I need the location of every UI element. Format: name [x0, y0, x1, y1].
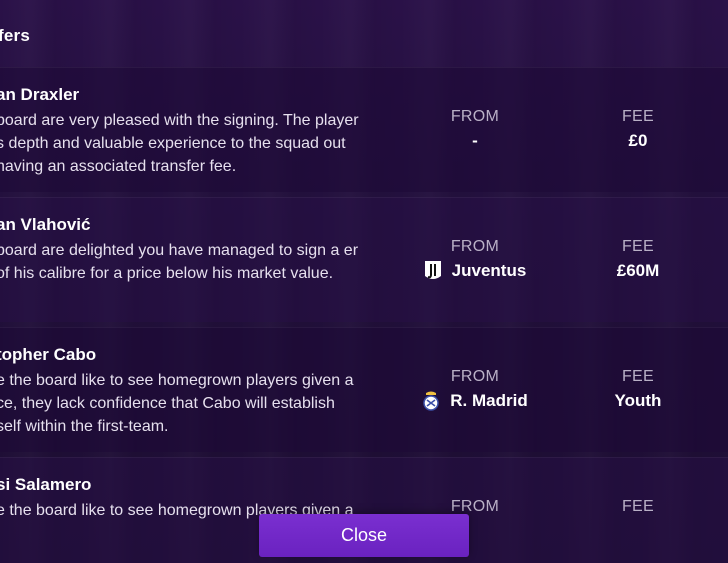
fee-label: FEE — [621, 238, 655, 255]
transfer-row: topher Cabo e the board like to see home… — [0, 327, 728, 452]
board-reaction: e the board like to see homegrown player… — [0, 372, 354, 435]
close-button[interactable]: Close — [259, 514, 469, 557]
from-column: FROM - — [405, 106, 545, 154]
fee-value: £60M — [616, 261, 660, 280]
board-reaction: board are delighted you have managed to … — [0, 242, 359, 282]
from-column: FROM R. Madrid — [405, 366, 545, 414]
transfers-panel: fers an Draxler board are very pleased w… — [0, 0, 728, 563]
real-madrid-badge-icon[interactable] — [422, 390, 440, 412]
player-name[interactable]: topher Cabo — [0, 345, 96, 365]
from-label: FROM — [450, 238, 500, 255]
player-name[interactable]: an Vlahović — [0, 215, 90, 235]
from-label: FROM — [450, 368, 500, 385]
fee-label: FEE — [621, 108, 655, 125]
player-name[interactable]: an Draxler — [0, 85, 79, 105]
juventus-badge-icon[interactable] — [424, 260, 442, 282]
player-name[interactable]: si Salamero — [0, 475, 91, 495]
from-column: FROM Juventus — [405, 236, 545, 284]
fee-label: FEE — [621, 498, 655, 515]
section-title: fers — [0, 26, 30, 45]
fee-column: FEE £60M — [568, 236, 708, 284]
from-club[interactable]: R. Madrid — [450, 388, 527, 414]
fee-column: FEE £0 — [568, 106, 708, 154]
transfer-row: an Draxler board are very pleased with t… — [0, 67, 728, 192]
fee-value — [568, 518, 708, 544]
transfer-list: an Draxler board are very pleased with t… — [0, 67, 728, 563]
fee-column: FEE — [568, 496, 708, 544]
fee-value: Youth — [614, 391, 662, 410]
transfer-row: an Vlahović board are delighted you have… — [0, 197, 728, 322]
from-club[interactable]: Juventus — [452, 258, 527, 284]
fee-label: FEE — [621, 368, 655, 385]
from-label: FROM — [450, 108, 500, 125]
board-reaction: board are very pleased with the signing.… — [0, 112, 359, 175]
fee-column: FEE Youth — [568, 366, 708, 414]
from-club: - — [472, 131, 478, 150]
fee-value: £0 — [628, 131, 648, 150]
